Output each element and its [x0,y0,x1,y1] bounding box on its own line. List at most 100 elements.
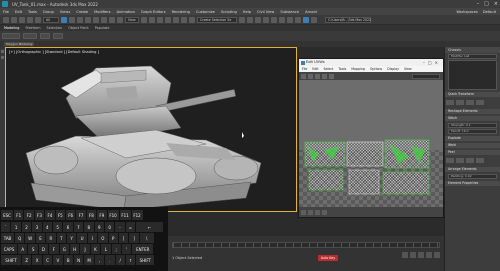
key-slash[interactable]: / [115,255,125,265]
ribbon-tool-4[interactable] [53,33,63,39]
align-v-button[interactable] [456,100,464,105]
key-i[interactable]: I [87,233,98,243]
align-y-button[interactable] [476,100,484,105]
menu-edit[interactable]: Edit [15,10,22,14]
snaps-toggle-icon[interactable] [165,16,171,23]
key-bracket-left[interactable]: [ [118,233,129,243]
uv-window-controls[interactable]: –□× [423,59,441,66]
menu-tools[interactable]: Tools [28,10,37,14]
menu-modifiers[interactable]: Modifiers [94,10,110,14]
key-u[interactable]: U [77,233,87,243]
key-4[interactable]: 4 [42,222,52,232]
menu-civil-view[interactable]: Civil View [257,10,274,14]
key-r[interactable]: R [46,233,56,243]
key-arrow-up[interactable]: ↑ [125,255,136,265]
redo-icon[interactable] [11,16,17,23]
selection-filter-dropdown[interactable]: All [43,16,59,23]
tab-selection[interactable]: Selection [47,26,63,30]
key-9[interactable]: 9 [94,222,104,232]
curve-editor-icon[interactable] [271,16,277,23]
bind-space-warp-icon[interactable] [35,16,41,23]
key-quote[interactable]: ' [121,244,132,254]
key-period[interactable]: . [105,255,115,265]
scale-icon[interactable] [315,73,320,79]
polygon-modeling-dropdown[interactable]: Polygon Modeling [4,42,35,46]
select-object-icon[interactable] [61,16,67,23]
edge-mode-icon[interactable] [308,209,313,215]
uv-menu-options[interactable]: Options [370,66,382,72]
align-u-button[interactable] [446,100,454,105]
go-to-end-icon[interactable] [434,252,440,258]
key-p[interactable]: P [108,233,118,243]
key-l[interactable]: L [101,244,111,254]
window-crossing-icon[interactable] [85,16,91,23]
tab-freeform[interactable]: Freeform [25,26,40,30]
key-tab[interactable]: TAB [1,233,14,243]
vertex-mode-icon[interactable] [301,209,306,215]
render-setup-icon[interactable] [295,16,301,23]
key-f6[interactable]: F6 [65,210,76,220]
key-equals[interactable]: = [125,222,136,232]
material-editor-icon[interactable] [287,16,293,23]
rotate-icon[interactable] [308,73,313,79]
uv-menu-edit[interactable]: Edit [312,66,318,72]
menu-scripting[interactable]: Scripting [221,10,237,14]
key-v[interactable]: V [53,255,63,265]
rollout-explode[interactable]: Explode [445,136,500,141]
workspace-dropdown[interactable]: Default [483,10,496,14]
key-f12[interactable]: F12 [131,210,143,220]
menu-create[interactable]: Create [76,10,88,14]
toggle-ribbon-icon[interactable] [263,16,269,23]
key-f5[interactable]: F5 [55,210,65,220]
key-f9[interactable]: F9 [97,210,107,220]
key-backslash[interactable]: \ [139,233,154,243]
uv-menu-select[interactable]: Select [324,66,334,72]
key-f[interactable]: F [49,244,59,254]
key-backtick[interactable]: ` [1,222,11,232]
key-f8[interactable]: F8 [86,210,97,220]
key-a[interactable]: A [18,244,28,254]
menu-animation[interactable]: Animation [117,10,135,14]
key-5[interactable]: 5 [52,222,63,232]
key-semicolon[interactable]: ; [111,244,121,254]
selection-set-input[interactable]: Create Selection Se [197,16,237,23]
layout-icon[interactable] [1,56,4,59]
go-to-start-icon[interactable] [402,252,408,258]
uv-menu-view[interactable]: View [404,66,412,72]
angle-snap-icon[interactable] [173,16,179,23]
key-e[interactable]: E [35,233,46,243]
next-frame-icon[interactable] [426,252,432,258]
mirror-icon[interactable] [329,73,334,79]
padding-field[interactable]: Padding: 0.02 [448,174,497,179]
play-icon[interactable] [418,252,424,258]
key-3[interactable]: 3 [32,222,42,232]
key-shift-left[interactable]: SHIFT [1,255,21,265]
key-s[interactable]: S [28,244,38,254]
tab-modeling[interactable]: Modeling [4,26,19,30]
key-f7[interactable]: F7 [76,210,86,220]
place-icon[interactable] [117,16,123,23]
uv-menu-file[interactable]: File [302,66,307,72]
ribbon-tool-2[interactable] [23,33,37,39]
rollout-weld[interactable]: Weld [445,143,500,148]
rollout-arrange-elements[interactable]: Arrange Elements [445,167,500,172]
unlink-icon[interactable] [27,16,33,23]
undo-icon[interactable] [3,16,9,23]
uv-menu-mapping[interactable]: Mapping [351,66,365,72]
auto-key-button[interactable]: Auto Key [318,255,338,261]
spinner-snap-icon[interactable] [189,16,195,23]
key-f10[interactable]: F10 [107,210,119,220]
relax-button[interactable] [466,158,474,163]
pivot-icon[interactable] [141,16,147,23]
rendered-frame-icon[interactable] [303,16,309,23]
rect-selection-icon[interactable] [77,16,83,23]
key-f4[interactable]: F4 [45,210,55,220]
key-t[interactable]: T [56,233,66,243]
project-folder-dropdown[interactable]: C:\Users\B...\3ds Max 2022 [325,16,371,23]
checker-map-dropdown[interactable] [412,73,440,79]
rollout-quick-transform[interactable]: Quick Transform [445,92,500,97]
menu-group[interactable]: Group [43,10,54,14]
scale-icon[interactable] [109,16,115,23]
pelt-button[interactable] [456,158,464,163]
modifier-list-dropdown[interactable]: Modifier List [448,54,497,59]
